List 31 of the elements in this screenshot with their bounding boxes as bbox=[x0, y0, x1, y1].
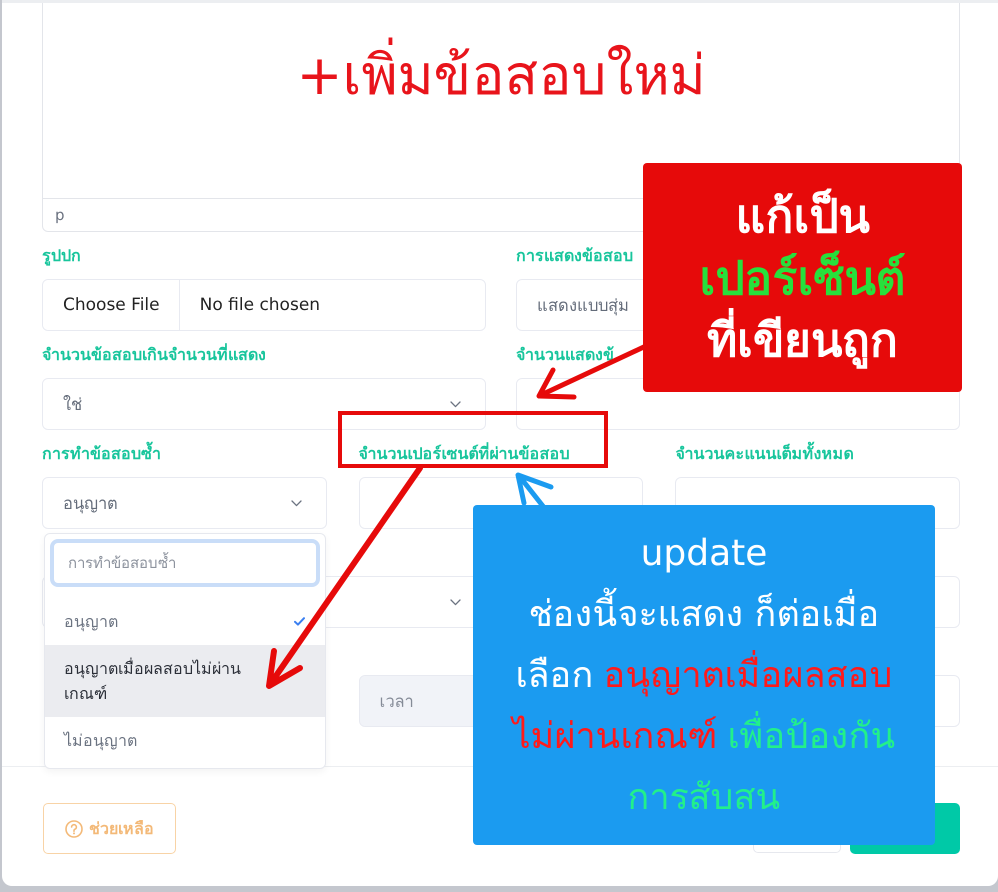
dropdown-option[interactable]: อนุญาต bbox=[45, 598, 325, 645]
annotation-text: ที่เขียนถูก bbox=[707, 308, 898, 370]
field-label: จำนวนเปอร์เซนต์ที่ผ่านข้อสอบ bbox=[358, 444, 570, 463]
annotation-text: เปอร์เซ็นต์ bbox=[700, 250, 906, 306]
field-label: รูปปก bbox=[42, 246, 81, 265]
file-status-text: No file chosen bbox=[198, 295, 320, 315]
field-label: การทำข้อสอบซ้ำ bbox=[42, 444, 161, 463]
search-field[interactable]: การทำข้อสอบซ้ำ bbox=[50, 539, 320, 587]
annotation-text: การสับสน bbox=[627, 776, 780, 820]
annotation-text: ไม่ผ่านเกณฑ์ bbox=[512, 714, 718, 758]
field-label: จำนวนข้อสอบเกินจำนวนที่แสดง bbox=[42, 345, 266, 364]
annotation-text: เพื่อป้องกัน bbox=[728, 706, 896, 766]
file-input[interactable]: Choose File No file chosen bbox=[42, 279, 486, 331]
annotation-text: update bbox=[640, 532, 768, 576]
dropdown-option[interactable]: อนุญาตเมื่อผลสอบไม่ผ่านเกณฑ์ bbox=[45, 645, 325, 717]
dropdown-option[interactable]: ไม่อนุญาต bbox=[45, 717, 325, 764]
editor-heading: +เพิ่มข้อสอบใหม่ bbox=[296, 31, 706, 119]
help-icon bbox=[65, 820, 83, 838]
select-field[interactable]: อนุญาต bbox=[42, 477, 327, 529]
field-label: จำนวนแสดงข้ bbox=[516, 345, 614, 364]
check-icon bbox=[294, 617, 305, 626]
field-label: การแสดงข้อสอบ bbox=[516, 246, 633, 265]
select-field[interactable]: ใช่ bbox=[42, 378, 486, 430]
chevron-down-icon bbox=[450, 400, 461, 408]
field-label: จำนวนคะแนนเต็มทั้งหมด bbox=[675, 444, 854, 463]
chevron-down-icon bbox=[290, 500, 302, 506]
element-path: p bbox=[55, 206, 65, 224]
chevron-down-icon bbox=[450, 598, 461, 606]
annotation-text: อนุญาตเมื่อผลสอบ bbox=[604, 644, 893, 706]
annotation-text: เลือก bbox=[515, 654, 594, 698]
annotation-text: ช่องนี้จะแสดง ก็ต่อเมื่อ bbox=[528, 584, 880, 644]
